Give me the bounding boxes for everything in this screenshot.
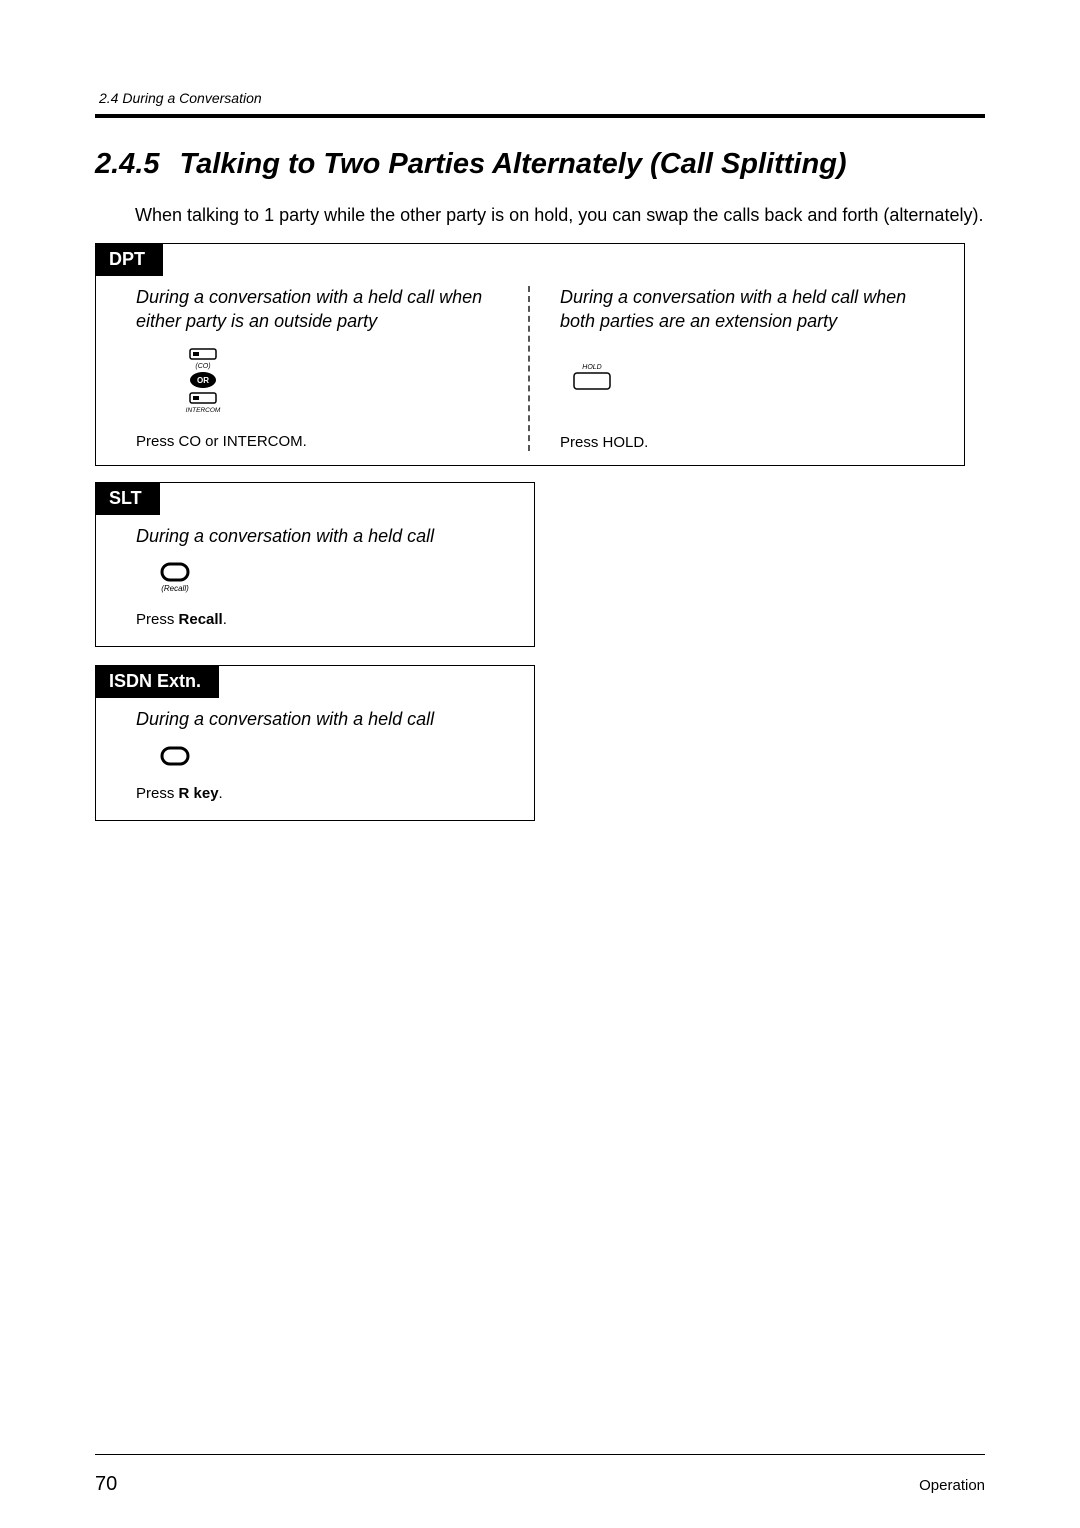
dpt-right-instruction: Press HOLD. [560,434,934,451]
section-title-text: Talking to Two Parties Alternately (Call… [180,148,847,181]
dpt-right-scenario: During a conversation with a held call w… [560,286,934,333]
r-key-icon [156,744,534,775]
dpt-box: DPT During a conversation with a held ca… [95,243,965,466]
top-rule [95,114,985,118]
document-page: 2.4 During a Conversation 2.4.5 Talking … [0,0,1080,1528]
isdn-scenario: During a conversation with a held call [136,708,534,731]
running-head: 2.4 During a Conversation [99,90,985,106]
slt-instruction: Press Recall. [136,611,534,628]
isdn-instruction: Press R key. [136,785,534,802]
slt-scenario: During a conversation with a held call [136,525,534,548]
dpt-left-column: During a conversation with a held call w… [96,286,530,451]
hold-icon: HOLD [570,361,934,400]
footer-rule [95,1454,985,1455]
isdn-instr-bold: R key [179,785,219,802]
dpt-columns: During a conversation with a held call w… [96,276,964,451]
isdn-instr-suffix: . [219,785,223,802]
or-label: OR [197,376,209,385]
slt-tab: SLT [95,482,160,515]
co-or-intercom-icon: (CO) OR INTERCOM [176,347,518,419]
section-number: 2.4.5 [95,148,160,181]
intercom-label: INTERCOM [186,407,221,414]
footer-label: Operation [919,1477,985,1494]
dpt-left-instruction: Press CO or INTERCOM. [136,433,518,450]
slt-instr-suffix: . [223,611,227,628]
slt-box: SLT During a conversation with a held ca… [95,482,535,647]
slt-instr-bold: Recall [179,611,223,628]
hold-label: HOLD [582,364,601,371]
slt-instr-prefix: Press [136,611,179,628]
isdn-tab: ISDN Extn. [95,665,219,698]
co-label: (CO) [195,363,210,370]
recall-label: (Recall) [161,584,189,593]
dpt-left-scenario: During a conversation with a held call w… [136,286,518,333]
section-heading: 2.4.5 Talking to Two Parties Alternately… [95,148,985,181]
isdn-box: ISDN Extn. During a conversation with a … [95,665,535,820]
page-number: 70 [95,1473,117,1496]
dpt-right-column: During a conversation with a held call w… [530,286,964,451]
dpt-tab: DPT [95,243,163,276]
section-intro: When talking to 1 party while the other … [135,203,985,227]
isdn-instr-prefix: Press [136,785,179,802]
recall-icon: (Recall) [156,560,534,601]
